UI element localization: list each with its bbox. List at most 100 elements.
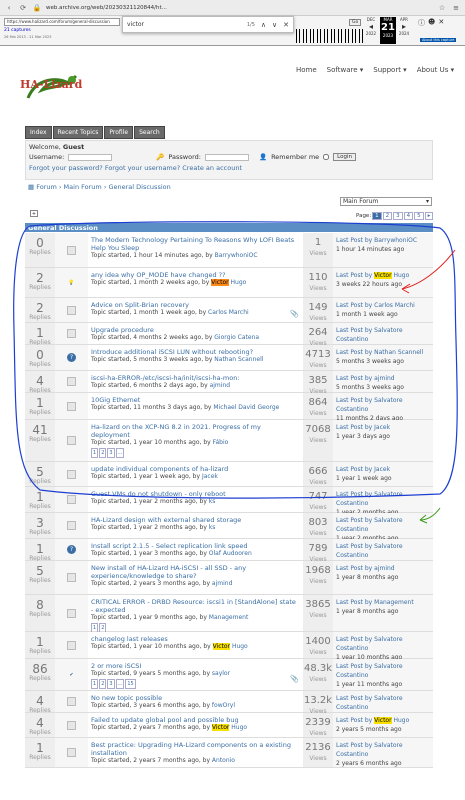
topic-title[interactable]: Install script 2.1.5 - Select replicatio… xyxy=(91,542,300,550)
topic-title[interactable]: HA-Lizard design with external shared st… xyxy=(91,516,300,524)
last-post-link[interactable]: Last Post by xyxy=(336,349,374,356)
last-post-link[interactable]: Last Post by xyxy=(336,636,374,643)
page-link[interactable]: 2 xyxy=(382,212,393,220)
topic-page-link[interactable]: 2 xyxy=(99,448,107,458)
last-post-link[interactable]: Last Post by xyxy=(336,302,374,309)
last-post-link[interactable]: Last Post by xyxy=(336,424,374,431)
topic-page-link[interactable]: 1 xyxy=(91,448,99,458)
captures-link[interactable]: 21 captures xyxy=(4,28,31,33)
last-post-link[interactable]: Last Post by xyxy=(336,327,374,334)
username-input[interactable] xyxy=(68,153,113,161)
next-page-link[interactable]: ▸ xyxy=(424,212,434,220)
last-post-link[interactable]: Last Post by xyxy=(336,742,374,749)
author-link[interactable]: ks xyxy=(209,498,216,505)
last-poster-link[interactable]: Victor Hugo xyxy=(374,717,409,724)
author-link[interactable]: Carlos Marchi xyxy=(208,309,249,316)
page-link[interactable]: 1 xyxy=(372,212,382,220)
topic-title[interactable]: Upgrade procedure xyxy=(91,326,300,334)
star-icon[interactable]: ☆ xyxy=(437,3,447,13)
topic-title[interactable]: Failed to update global pool and possibl… xyxy=(91,716,300,724)
breadcrumb-text[interactable]: Forum › Main Forum › General Discussion xyxy=(36,183,171,191)
go-button[interactable]: Go xyxy=(349,19,362,26)
author-link[interactable]: Fábio xyxy=(213,439,229,446)
user-icon[interactable]: ☻ xyxy=(428,18,435,28)
topic-title[interactable]: Introduce additional iSCSI LUN without r… xyxy=(91,348,300,356)
last-post-link[interactable]: Last Post by xyxy=(336,663,374,670)
last-poster-link[interactable]: Jacek xyxy=(374,424,390,431)
nav-home[interactable]: Home xyxy=(296,66,317,74)
address-bar[interactable]: web.archive.org/web/20230321120844/ht... xyxy=(46,5,433,11)
author-link[interactable]: Victor Hugo xyxy=(211,279,246,286)
reload-icon[interactable]: ⟳ xyxy=(18,3,28,13)
last-post-link[interactable]: Last Post by xyxy=(336,599,374,606)
last-poster-link[interactable]: Jacek xyxy=(374,466,390,473)
new-topic-icon[interactable]: + xyxy=(30,210,38,217)
last-post-link[interactable]: Last Post by xyxy=(336,237,374,244)
author-link[interactable]: ks xyxy=(209,524,216,531)
topic-title[interactable]: any idea why OP_MODE have changed ?? xyxy=(91,271,300,279)
author-link[interactable]: Victor Hugo xyxy=(211,724,247,731)
tab-recent-topics[interactable]: Recent Topics xyxy=(52,126,104,139)
author-link[interactable]: Management xyxy=(209,614,249,621)
nav-support[interactable]: Support ▾ xyxy=(373,66,406,74)
find-close-icon[interactable]: ✕ xyxy=(283,21,289,29)
breadcrumb[interactable]: ▦ Forum › Main Forum › General Discussio… xyxy=(28,183,171,191)
topic-title[interactable]: update individual components of ha-lizar… xyxy=(91,465,300,473)
author-link[interactable]: ajmind xyxy=(210,382,230,389)
find-next-icon[interactable]: ∨ xyxy=(272,21,277,29)
author-link[interactable]: Olaf Audooren xyxy=(209,550,252,557)
last-post-link[interactable]: Last Post by xyxy=(336,695,374,702)
topic-title[interactable]: iscsi-ha-ERROR-/etc/iscsi-ha/init/iscsi-… xyxy=(91,374,300,382)
author-link[interactable]: Antonio xyxy=(212,757,235,764)
prev-month[interactable]: DEC ◂ 2022 xyxy=(365,17,377,36)
topic-title[interactable]: No new topic possible xyxy=(91,694,300,702)
last-post-link[interactable]: Last Post by xyxy=(336,565,374,572)
last-post-link[interactable]: Last Post by xyxy=(336,543,374,550)
wayback-url-input[interactable]: https://www.halizard.com/forum/general-d… xyxy=(4,18,120,26)
topic-title[interactable]: Advice on Split-Brian recovery xyxy=(91,301,300,309)
last-poster-link[interactable]: Nathan Scannell xyxy=(374,349,423,356)
author-link[interactable]: Nathan Scannell xyxy=(214,356,263,363)
forum-select[interactable]: Main Forum ▾ xyxy=(340,197,432,206)
last-post-link[interactable]: Last Post by xyxy=(336,466,374,473)
capture-sparkline[interactable] xyxy=(296,29,364,43)
about-capture-link[interactable]: About this capture xyxy=(420,38,457,42)
close-icon[interactable]: ✕ xyxy=(438,18,444,28)
find-input[interactable]: victor xyxy=(127,21,241,28)
topic-title[interactable]: CRITICAL ERROR - DRBD Resource: iscsi1 i… xyxy=(91,598,300,614)
topic-page-link[interactable]: 3 xyxy=(107,679,115,689)
author-link[interactable]: ajmind xyxy=(212,580,232,587)
last-post-link[interactable]: Last Post by xyxy=(336,717,374,724)
page-link[interactable]: 5 xyxy=(414,212,424,220)
topic-title[interactable]: Ha-lizard on the XCP-NG 8.2 in 2021. Pro… xyxy=(91,423,300,439)
password-input[interactable] xyxy=(204,153,249,161)
info-icon[interactable]: ⓘ xyxy=(418,18,425,28)
topic-page-link[interactable]: ... xyxy=(115,679,125,689)
tab-index[interactable]: Index xyxy=(25,126,52,139)
login-button[interactable]: Login xyxy=(333,153,357,161)
last-poster-link[interactable]: Carlos Marchi xyxy=(374,302,415,309)
last-post-link[interactable]: Last Post by xyxy=(336,272,374,279)
last-post-link[interactable]: Last Post by xyxy=(336,397,374,404)
find-prev-icon[interactable]: ∧ xyxy=(261,21,266,29)
topic-title[interactable]: 2 or more iSCSI xyxy=(91,662,300,670)
last-poster-link[interactable]: Victor Hugo xyxy=(374,272,409,279)
topic-page-link[interactable]: ... xyxy=(115,448,125,458)
topic-title[interactable]: The Modern Technology Pertaining To Reas… xyxy=(91,236,300,252)
topic-title[interactable]: 10Gig Ethernet xyxy=(91,396,300,404)
last-post-link[interactable]: Last Post by xyxy=(336,375,374,382)
tab-profile[interactable]: Profile xyxy=(104,126,134,139)
nav-about[interactable]: About Us ▾ xyxy=(417,66,454,74)
topic-title[interactable]: Guest VMs do not shutdown - only reboot xyxy=(91,490,300,498)
last-post-link[interactable]: Last Post by xyxy=(336,517,374,524)
author-link[interactable]: fowOryl xyxy=(212,702,235,709)
next-month[interactable]: APR ▸ 2024 xyxy=(398,17,410,36)
nav-software[interactable]: Software ▾ xyxy=(327,66,364,74)
last-poster-link[interactable]: ajmind xyxy=(374,375,394,382)
account-links[interactable]: Forgot your password? Forgot your userna… xyxy=(29,164,429,172)
author-link[interactable]: Giorgio Catena xyxy=(214,334,259,341)
last-poster-link[interactable]: Management xyxy=(374,599,414,606)
last-post-link[interactable]: Last Post by xyxy=(336,491,374,498)
topic-page-link[interactable]: 15 xyxy=(125,679,136,689)
author-link[interactable]: BarrywhoniOC xyxy=(215,252,258,259)
